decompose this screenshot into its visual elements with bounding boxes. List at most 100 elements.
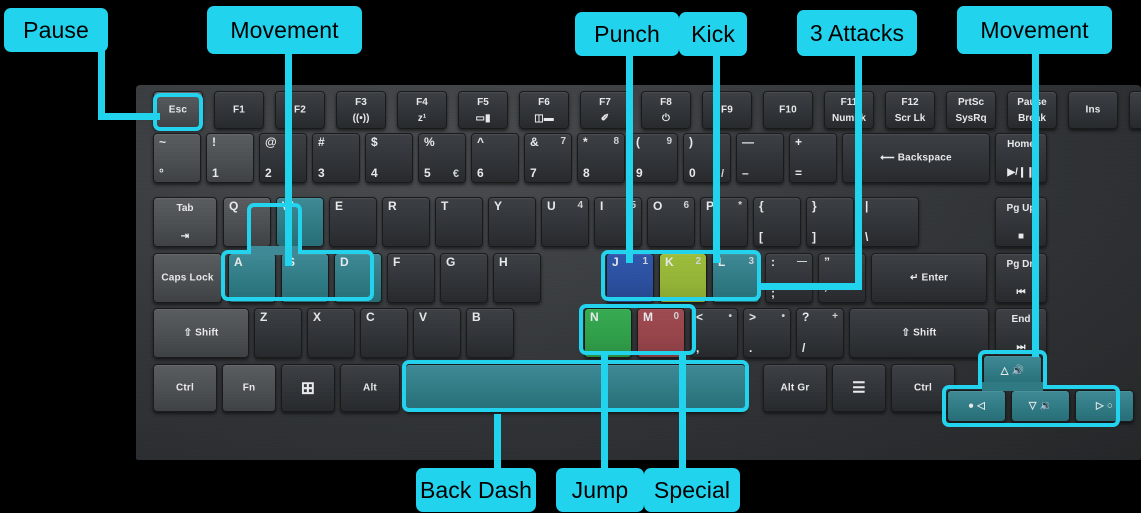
key-ctrl[interactable]: Ctrl xyxy=(891,364,955,412)
key-h[interactable]: H xyxy=(493,253,541,303)
key-shift[interactable]: ⇧ Shift xyxy=(153,308,249,358)
key-key[interactable]: ? / + xyxy=(796,308,844,358)
key-label: Ins xyxy=(1085,104,1101,116)
key-home[interactable]: Home ▶/❙❙ xyxy=(995,133,1047,183)
callout-jump[interactable]: Jump xyxy=(556,468,644,512)
key-key[interactable]: ~ ° xyxy=(153,133,201,183)
key-n[interactable]: N xyxy=(584,308,632,358)
key-caps-lock[interactable]: Caps Lock xyxy=(153,253,222,303)
key-backspace[interactable]: ⟵ Backspace xyxy=(842,133,990,183)
key-f10[interactable]: F10 xyxy=(763,91,813,129)
key-c[interactable]: C xyxy=(360,308,408,358)
key-alt[interactable]: Alt xyxy=(340,364,400,412)
callout-movement-right[interactable]: Movement xyxy=(957,6,1112,54)
lead-pause-vertical xyxy=(98,48,105,120)
key-windows[interactable]: ⊞ xyxy=(281,364,335,412)
key-label: Q xyxy=(229,199,239,213)
key-arrow-down[interactable]: ▽ 🔉 xyxy=(1011,390,1070,422)
key-del[interactable]: Del xyxy=(1129,91,1141,129)
key-arrow-left[interactable]: ● ◁ xyxy=(947,390,1006,422)
callout-punch[interactable]: Punch xyxy=(575,12,679,56)
key-f6[interactable]: F6 ◫▬ xyxy=(519,91,569,129)
key-key[interactable]: }] xyxy=(806,197,854,247)
key-arrow-right[interactable]: ▷ ○ xyxy=(1075,390,1134,422)
key-key[interactable]: + = xyxy=(789,133,837,183)
key-f5[interactable]: F5 ▭▮ xyxy=(458,91,508,129)
key-o[interactable]: O6 xyxy=(647,197,695,247)
key-2[interactable]: @2 xyxy=(259,133,307,183)
key-6[interactable]: ^ 6 xyxy=(471,133,519,183)
key-key[interactable]: >. • xyxy=(743,308,791,358)
key-label: 3 xyxy=(748,256,754,267)
key-key[interactable]: — – xyxy=(736,133,784,183)
key-a[interactable]: A xyxy=(228,253,276,303)
key-pg-dn[interactable]: Pg Dn ⏮ xyxy=(995,253,1047,303)
key-5[interactable]: % 5 € xyxy=(418,133,466,183)
key-key[interactable]: | \ xyxy=(859,197,919,247)
key-9[interactable]: (9 9 xyxy=(630,133,678,183)
key-label: 9 xyxy=(666,136,672,147)
key-i[interactable]: I5 xyxy=(594,197,642,247)
key-f[interactable]: F xyxy=(387,253,435,303)
key-label: 1 xyxy=(642,256,648,267)
callout-3-attacks[interactable]: 3 Attacks xyxy=(797,10,917,56)
key-alt-gr[interactable]: Alt Gr xyxy=(763,364,827,412)
key-label: ⇧ Shift xyxy=(901,327,937,339)
key-b[interactable]: B xyxy=(466,308,514,358)
key-key[interactable]: :; — xyxy=(765,253,813,303)
key-3[interactable]: #3 xyxy=(312,133,360,183)
key-end[interactable]: End ⏭ xyxy=(995,308,1047,358)
key-t[interactable]: T xyxy=(435,197,483,247)
key-7[interactable]: & 7 7 xyxy=(524,133,572,183)
key-y[interactable]: Y xyxy=(488,197,536,247)
key-w[interactable]: W xyxy=(276,197,324,247)
key-f4[interactable]: F4 z¹ xyxy=(397,91,447,129)
key-label: • xyxy=(781,311,785,322)
key-m[interactable]: M0 xyxy=(637,308,685,358)
key-e[interactable]: E xyxy=(329,197,377,247)
key-label: } xyxy=(812,199,817,213)
key-v[interactable]: V xyxy=(413,308,461,358)
key-f2[interactable]: F2 xyxy=(275,91,325,129)
key-g[interactable]: G xyxy=(440,253,488,303)
key-q[interactable]: Q xyxy=(223,197,271,247)
callout-movement-left[interactable]: Movement xyxy=(207,6,362,54)
key-label: + xyxy=(832,311,838,322)
key-f3[interactable]: F3 ((•)) xyxy=(336,91,386,129)
key-ctrl[interactable]: Ctrl xyxy=(153,364,217,412)
key-f9[interactable]: F9 xyxy=(702,91,752,129)
key-fn[interactable]: Fn xyxy=(222,364,276,412)
key-menu[interactable]: ☰ xyxy=(832,364,886,412)
key-f1[interactable]: F1 xyxy=(214,91,264,129)
key-f12[interactable]: F12 Scr Lk xyxy=(885,91,935,129)
key-p[interactable]: P * xyxy=(700,197,748,247)
key-k[interactable]: K2 xyxy=(659,253,707,303)
key-label: ⇧ Shift xyxy=(183,327,219,339)
callout-special[interactable]: Special xyxy=(644,468,740,512)
key-tab[interactable]: Tab ⇥ xyxy=(153,197,217,247)
key-key[interactable]: <, • xyxy=(690,308,738,358)
key-shift[interactable]: ⇧ Shift xyxy=(849,308,989,358)
key-ins[interactable]: Ins xyxy=(1068,91,1118,129)
key-prtsc[interactable]: PrtSc SysRq xyxy=(946,91,996,129)
key-pg-up[interactable]: Pg Up ■ xyxy=(995,197,1047,247)
callout-back-dash[interactable]: Back Dash xyxy=(416,468,536,512)
key-u[interactable]: U4 xyxy=(541,197,589,247)
key-key[interactable] xyxy=(405,364,746,412)
key-4[interactable]: $4 xyxy=(365,133,413,183)
key-1[interactable]: ! 1 xyxy=(206,133,254,183)
key-enter[interactable]: ↵ Enter xyxy=(871,253,987,303)
key-x[interactable]: X xyxy=(307,308,355,358)
key-r[interactable]: R xyxy=(382,197,430,247)
key-f8[interactable]: F8 ⏻ xyxy=(641,91,691,129)
key-f11[interactable]: F11 NumLk xyxy=(824,91,874,129)
key-key[interactable]: {[ xyxy=(753,197,801,247)
callout-pause[interactable]: Pause xyxy=(4,8,108,52)
callout-kick[interactable]: Kick xyxy=(679,12,747,56)
key-esc[interactable]: Esc xyxy=(153,91,203,129)
key-8[interactable]: * 8 8 xyxy=(577,133,625,183)
key-z[interactable]: Z xyxy=(254,308,302,358)
key-0[interactable]: ) 0 / xyxy=(683,133,731,183)
key-f7[interactable]: F7 ✐ xyxy=(580,91,630,129)
key-d[interactable]: D xyxy=(334,253,382,303)
